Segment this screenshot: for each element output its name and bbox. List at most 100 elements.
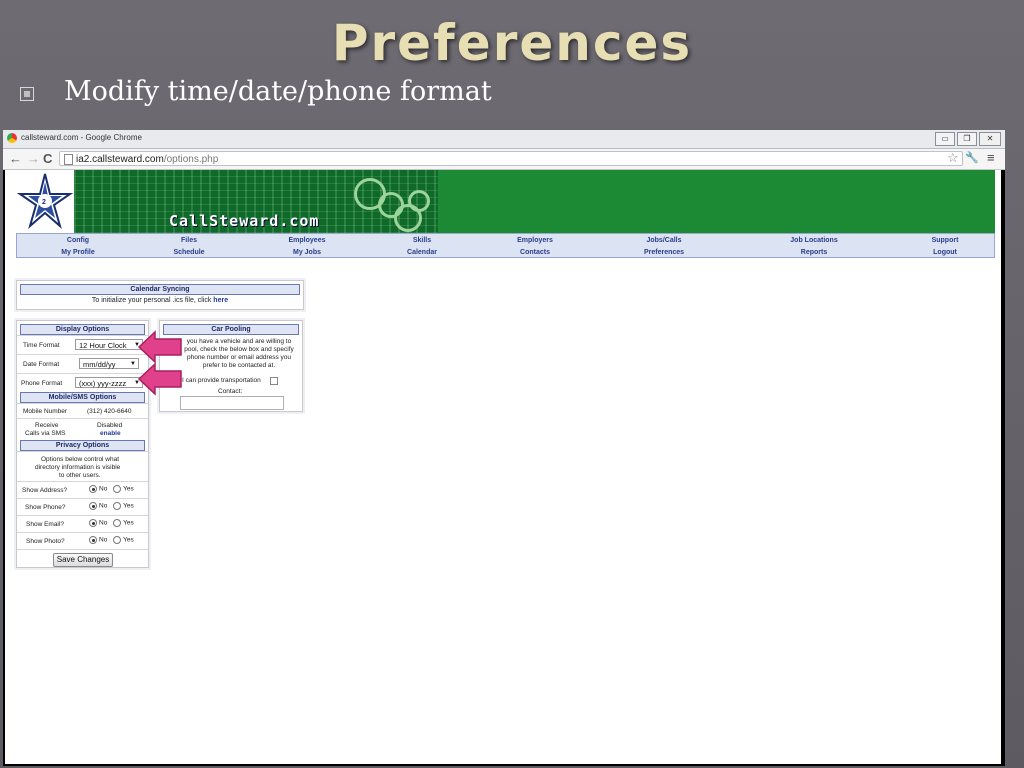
phone-format-select[interactable]: (xxx) yyy-zzzz ▼: [75, 377, 143, 388]
date-format-row: Date Format mm/dd/yy ▼: [17, 354, 148, 374]
url-host: ia2.callsteward.com: [76, 154, 164, 165]
nav-schedule[interactable]: Schedule: [173, 249, 204, 256]
nav-files[interactable]: Files: [181, 237, 197, 244]
car-pooling-line4: prefer to be contacted at.: [202, 362, 276, 369]
nav-jobs-calls[interactable]: Jobs/Calls: [646, 237, 681, 244]
show-photo-row: Show Photo? No Yes: [17, 532, 148, 550]
mobile-options-header: Mobile/SMS Options: [20, 392, 145, 403]
arrow-phone-format: [137, 362, 182, 396]
svg-text:2: 2: [42, 199, 46, 206]
show-address-label: Show Address?: [22, 487, 68, 494]
show-phone-yes-radio[interactable]: [113, 502, 122, 510]
chrome-menu-icon[interactable]: ≡: [987, 150, 995, 165]
contact-input[interactable]: [180, 396, 284, 410]
car-pooling-header: Car Pooling: [163, 324, 299, 335]
calendar-here-link[interactable]: here: [213, 297, 228, 304]
web-page: 2 CallSteward.com Config Files Employees…: [5, 170, 1001, 764]
bookmark-star-icon[interactable]: ☆: [947, 150, 959, 166]
gear-icon: [408, 190, 430, 212]
date-format-select[interactable]: mm/dd/yy ▼: [79, 358, 139, 369]
browser-window: callsteward.com - Google Chrome ▭ ❐ ✕ ← …: [3, 130, 1005, 766]
nav-my-profile[interactable]: My Profile: [61, 249, 94, 256]
mobile-number-value: (312) 420-6640: [87, 408, 132, 415]
show-phone-no-radio[interactable]: [89, 502, 97, 510]
show-email-no-radio[interactable]: [89, 519, 97, 527]
receive-label: Receive: [35, 422, 59, 429]
no-label: No: [99, 519, 108, 527]
nav-support[interactable]: Support: [932, 237, 959, 244]
show-email-yes-radio[interactable]: [113, 519, 122, 527]
show-photo-no-radio[interactable]: [89, 536, 97, 544]
window-title: callsteward.com - Google Chrome: [21, 133, 142, 142]
display-options-header: Display Options: [20, 324, 145, 335]
show-address-no-radio[interactable]: [89, 485, 97, 493]
no-label: No: [99, 536, 108, 544]
calendar-sync-text: To initialize your personal .ics file, c…: [17, 297, 303, 304]
bullet-icon: [20, 87, 34, 101]
iatse-logo: 2: [16, 170, 74, 233]
minimize-button[interactable]: ▭: [935, 132, 955, 146]
nav-employees[interactable]: Employees: [289, 237, 326, 244]
car-pooling-line1: you have a vehicle and are willing to: [186, 338, 292, 345]
page-icon: [64, 154, 73, 165]
show-photo-radio-group: No Yes: [89, 536, 134, 544]
phone-format-row: Phone Format (xxx) yyy-zzzz ▼: [17, 373, 148, 393]
site-nav: Config Files Employees Skills Employers …: [16, 233, 995, 258]
time-format-select[interactable]: 12 Hour Clock ▼: [75, 339, 143, 350]
calendar-sync-panel: Calendar Syncing To initialize your pers…: [16, 280, 304, 310]
no-label: No: [99, 502, 108, 510]
phone-format-value: (xxx) yyy-zzzz: [79, 379, 127, 388]
nav-config[interactable]: Config: [67, 237, 89, 244]
mobile-number-row: Mobile Number (312) 420-6640: [17, 403, 148, 419]
car-pooling-line2: pool, check the below box and specify: [184, 346, 294, 353]
nav-skills[interactable]: Skills: [413, 237, 431, 244]
date-format-label: Date Format: [23, 361, 60, 368]
save-changes-button[interactable]: Save Changes: [53, 553, 113, 567]
nav-preferences[interactable]: Preferences: [644, 249, 684, 256]
nav-my-jobs[interactable]: My Jobs: [293, 249, 321, 256]
forward-icon[interactable]: →: [27, 151, 40, 166]
arrow-time-format: [137, 330, 182, 364]
restore-button[interactable]: ❐: [957, 132, 977, 146]
contact-label: Contact:: [218, 388, 243, 395]
privacy-description: Options below control what directory inf…: [17, 451, 148, 482]
slide-title: Preferences: [331, 14, 693, 72]
show-email-label: Show Email?: [26, 521, 64, 528]
chrome-favicon-icon: [7, 133, 17, 143]
show-phone-radio-group: No Yes: [89, 502, 134, 510]
reload-icon[interactable]: C: [43, 151, 52, 166]
back-icon[interactable]: ←: [9, 151, 22, 166]
sms-status: Disabled: [97, 422, 123, 429]
nav-contacts[interactable]: Contacts: [520, 249, 550, 256]
privacy-desc-line1: Options below control what: [41, 456, 120, 463]
time-format-label: Time Format: [23, 342, 60, 349]
nav-job-locations[interactable]: Job Locations: [790, 237, 837, 244]
show-email-radio-group: No Yes: [89, 519, 134, 527]
provide-transport-label: I can provide transportation: [182, 377, 261, 384]
sms-enable-link[interactable]: enable: [100, 430, 121, 437]
no-label: No: [99, 485, 108, 493]
site-brand-logo: CallSteward.com: [169, 212, 320, 230]
close-button[interactable]: ✕: [979, 132, 1001, 146]
show-photo-label: Show Photo?: [26, 538, 65, 545]
nav-reports[interactable]: Reports: [801, 249, 827, 256]
car-pooling-instructions: you have a vehicle and are willing to po…: [178, 338, 300, 370]
nav-calendar[interactable]: Calendar: [407, 249, 437, 256]
nav-logout[interactable]: Logout: [933, 249, 957, 256]
date-format-value: mm/dd/yy: [83, 360, 116, 369]
yes-label: Yes: [123, 502, 134, 510]
nav-employers[interactable]: Employers: [517, 237, 553, 244]
address-bar[interactable]: ia2.callsteward.com/options.php: [59, 151, 963, 166]
show-photo-yes-radio[interactable]: [113, 536, 122, 544]
privacy-desc-line2: directory information is visible: [35, 464, 121, 471]
window-controls: ▭ ❐ ✕: [935, 132, 1001, 146]
display-options-panel: Display Options Time Format 12 Hour Cloc…: [16, 320, 149, 568]
show-address-yes-radio[interactable]: [113, 485, 122, 493]
provide-transport-checkbox[interactable]: [270, 377, 278, 385]
site-banner: 2 CallSteward.com: [16, 170, 995, 233]
show-address-row: Show Address? No Yes: [17, 481, 148, 499]
show-address-radio-group: No Yes: [89, 485, 134, 493]
url-path: /options.php: [163, 154, 219, 165]
chevron-down-icon: ▼: [130, 361, 136, 367]
extension-wrench-icon[interactable]: 🔧: [965, 151, 979, 164]
